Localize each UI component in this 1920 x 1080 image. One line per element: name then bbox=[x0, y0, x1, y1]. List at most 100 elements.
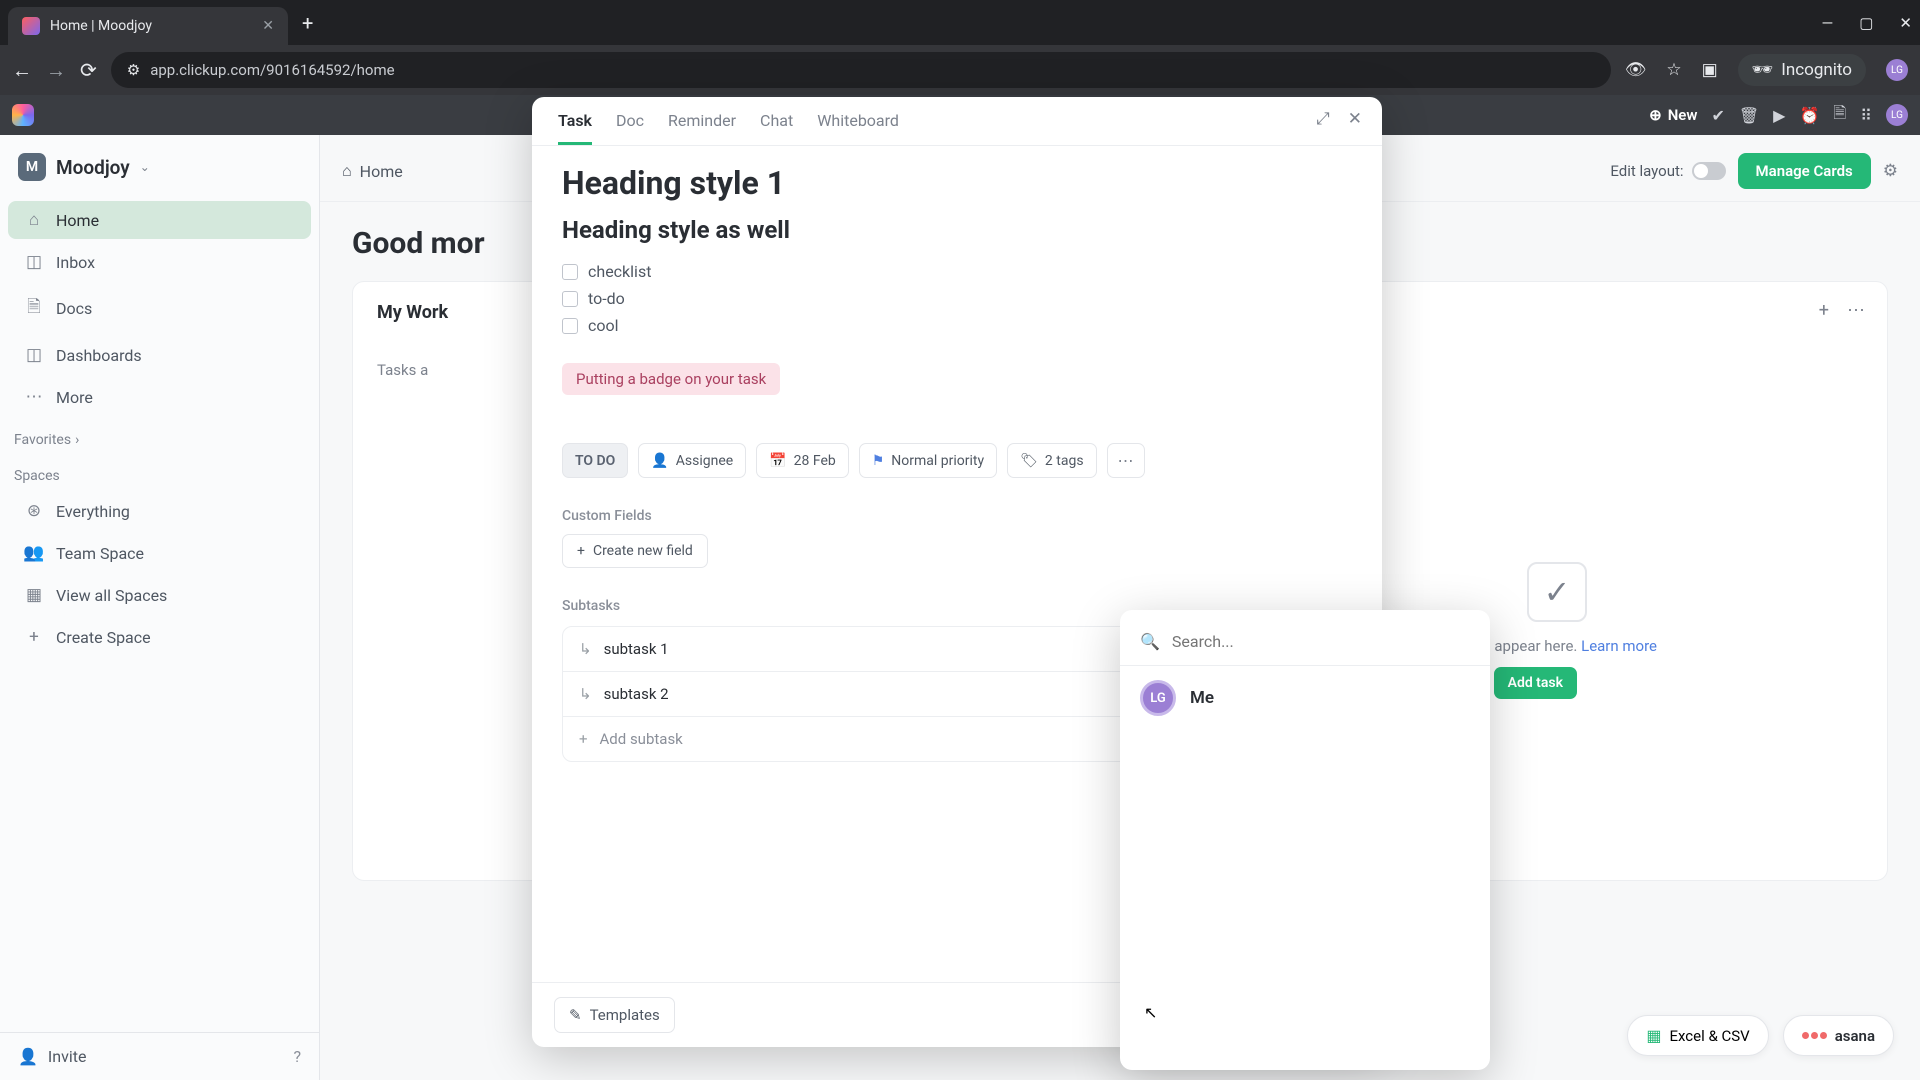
tab-task[interactable]: Task bbox=[558, 111, 592, 145]
excel-icon: ▦ bbox=[1646, 1026, 1661, 1045]
forward-icon[interactable]: → bbox=[46, 58, 66, 83]
modal-tabs: Task Doc Reminder Chat Whiteboard ⤢ ✕ bbox=[532, 97, 1382, 146]
checklist-item[interactable]: checklist bbox=[562, 258, 1352, 285]
site-info-icon[interactable]: ⚙ bbox=[127, 61, 140, 79]
wand-icon: ✎ bbox=[569, 1006, 582, 1024]
tab-chat[interactable]: Chat bbox=[760, 111, 793, 145]
eye-off-icon[interactable]: 👁 bbox=[1625, 60, 1647, 80]
url-text: app.clickup.com/9016164592/home bbox=[150, 61, 394, 79]
checklist-item[interactable]: to-do bbox=[562, 285, 1352, 312]
gear-icon[interactable]: ⚙ bbox=[1883, 161, 1898, 181]
edit-layout-toggle[interactable]: Edit layout: bbox=[1610, 162, 1725, 180]
task-badge: Putting a badge on your task bbox=[562, 363, 780, 395]
grid-icon: ▦ bbox=[24, 585, 44, 605]
excel-csv-pill[interactable]: ▦Excel & CSV bbox=[1627, 1015, 1768, 1056]
sidebar-label: View all Spaces bbox=[56, 586, 167, 605]
sidebar-label: Inbox bbox=[56, 253, 95, 272]
search-icon: 🔍 bbox=[1140, 632, 1160, 651]
sidebar-item-inbox[interactable]: ◫Inbox bbox=[8, 243, 311, 281]
dashboard-icon: ◫ bbox=[24, 345, 44, 365]
plus-icon: + bbox=[577, 543, 585, 559]
reload-icon[interactable]: ⟳ bbox=[80, 58, 97, 82]
tab-title: Home | Moodjoy bbox=[50, 18, 252, 34]
spaces-header: Spaces bbox=[0, 454, 319, 490]
tab-doc[interactable]: Doc bbox=[616, 111, 644, 145]
browser-tab-strip: Home | Moodjoy ✕ + — ▢ ✕ bbox=[0, 0, 1920, 45]
sidebar-item-view-all-spaces[interactable]: ▦ View all Spaces bbox=[8, 576, 311, 614]
sidebar-item-everything[interactable]: ⊛Everything bbox=[8, 492, 311, 530]
asana-icon bbox=[1802, 1032, 1827, 1039]
bookmark-icon[interactable]: ☆ bbox=[1666, 60, 1681, 80]
incognito-label: Incognito bbox=[1781, 60, 1852, 80]
avatar: LG bbox=[1140, 680, 1176, 716]
create-field-button[interactable]: +Create new field bbox=[562, 534, 708, 568]
checklist-item[interactable]: cool bbox=[562, 312, 1352, 339]
asana-pill[interactable]: asana bbox=[1783, 1015, 1894, 1056]
templates-button[interactable]: ✎Templates bbox=[554, 997, 675, 1033]
plus-icon[interactable]: + bbox=[1819, 300, 1829, 321]
task-title-h2[interactable]: Heading style as well bbox=[562, 216, 1352, 244]
incognito-icon: 🕶 bbox=[1752, 60, 1774, 80]
sidebar-item-home[interactable]: ⌂Home bbox=[8, 201, 311, 239]
empty-state-text: will appear here. Learn more bbox=[1468, 637, 1657, 655]
search-input[interactable] bbox=[1172, 632, 1470, 651]
plus-icon: + bbox=[24, 627, 44, 647]
checkbox-icon[interactable] bbox=[562, 318, 578, 334]
assignee-option-me[interactable]: LG Me bbox=[1120, 666, 1490, 730]
doc-icon: 🗎 bbox=[24, 294, 44, 323]
chevron-right-icon: › bbox=[75, 432, 79, 448]
manage-cards-button[interactable]: Manage Cards bbox=[1738, 153, 1871, 189]
url-field[interactable]: ⚙ app.clickup.com/9016164592/home bbox=[111, 52, 1611, 88]
more-horizontal-icon[interactable]: ⋯ bbox=[1847, 300, 1865, 321]
close-tab-icon[interactable]: ✕ bbox=[262, 18, 274, 34]
tab-whiteboard[interactable]: Whiteboard bbox=[817, 111, 899, 145]
people-icon: 👥 bbox=[24, 543, 44, 563]
favorites-header[interactable]: Favorites› bbox=[0, 418, 319, 454]
task-title-h1[interactable]: Heading style 1 bbox=[562, 164, 1352, 202]
close-window-icon[interactable]: ✕ bbox=[1899, 14, 1912, 32]
incognito-pill[interactable]: 🕶 Incognito bbox=[1738, 54, 1866, 86]
sidebar-item-create-space[interactable]: + Create Space bbox=[8, 618, 311, 656]
profile-avatar[interactable]: LG bbox=[1886, 59, 1908, 81]
checkbox-icon[interactable] bbox=[562, 291, 578, 307]
window-controls: — ▢ ✕ bbox=[1822, 14, 1912, 32]
browser-tab[interactable]: Home | Moodjoy ✕ bbox=[8, 7, 288, 45]
plus-icon: + bbox=[579, 730, 588, 748]
flag-icon: ⚑ bbox=[872, 453, 885, 469]
add-task-button[interactable]: Add task bbox=[1494, 667, 1577, 699]
workspace-badge: M bbox=[18, 153, 46, 181]
date-chip[interactable]: 📅28 Feb bbox=[756, 443, 849, 478]
checklist: checklist to-do cool bbox=[562, 258, 1352, 339]
clickup-logo[interactable] bbox=[12, 104, 34, 126]
toggle-switch[interactable] bbox=[1692, 162, 1726, 180]
popover-search: 🔍 bbox=[1120, 624, 1490, 666]
new-tab-button[interactable]: + bbox=[302, 11, 313, 35]
breadcrumb[interactable]: ⌂Home bbox=[342, 161, 403, 181]
workspace-switcher[interactable]: M Moodjoy ⌄ bbox=[0, 141, 319, 199]
help-icon[interactable]: ? bbox=[293, 1047, 301, 1066]
tab-reminder[interactable]: Reminder bbox=[668, 111, 736, 145]
cursor-icon: ↖ bbox=[1144, 1003, 1157, 1022]
tags-chip[interactable]: 🏷2 tags bbox=[1007, 443, 1096, 478]
sidebar-label: Dashboards bbox=[56, 346, 142, 365]
maximize-icon[interactable]: ▢ bbox=[1859, 14, 1873, 32]
sidebar-item-team-space[interactable]: 👥Team Space bbox=[8, 534, 311, 572]
sidebar-item-dashboards[interactable]: ◫ Dashboards bbox=[8, 336, 311, 374]
status-chip[interactable]: TO DO bbox=[562, 443, 628, 478]
back-icon[interactable]: ← bbox=[12, 58, 32, 83]
sidebar-item-docs[interactable]: 🗎Docs bbox=[8, 285, 311, 332]
priority-chip[interactable]: ⚑Normal priority bbox=[859, 443, 997, 478]
learn-more-link[interactable]: Learn more bbox=[1581, 637, 1657, 655]
sidebar-label: Everything bbox=[56, 502, 130, 521]
sidebar-item-more[interactable]: ⋯More bbox=[8, 378, 311, 416]
sidebar-label: Create Space bbox=[56, 628, 151, 647]
panel-icon[interactable]: ▣ bbox=[1702, 60, 1718, 80]
chevron-down-icon: ⌄ bbox=[140, 160, 150, 174]
assignee-chip[interactable]: 👤Assignee bbox=[638, 443, 746, 478]
more-chip[interactable]: ⋯ bbox=[1107, 443, 1145, 478]
expand-icon[interactable]: ⤢ bbox=[1316, 109, 1330, 129]
close-icon[interactable]: ✕ bbox=[1348, 109, 1362, 129]
invite-button[interactable]: 👤Invite bbox=[18, 1047, 86, 1066]
checkbox-icon[interactable] bbox=[562, 264, 578, 280]
minimize-icon[interactable]: — bbox=[1822, 14, 1834, 32]
